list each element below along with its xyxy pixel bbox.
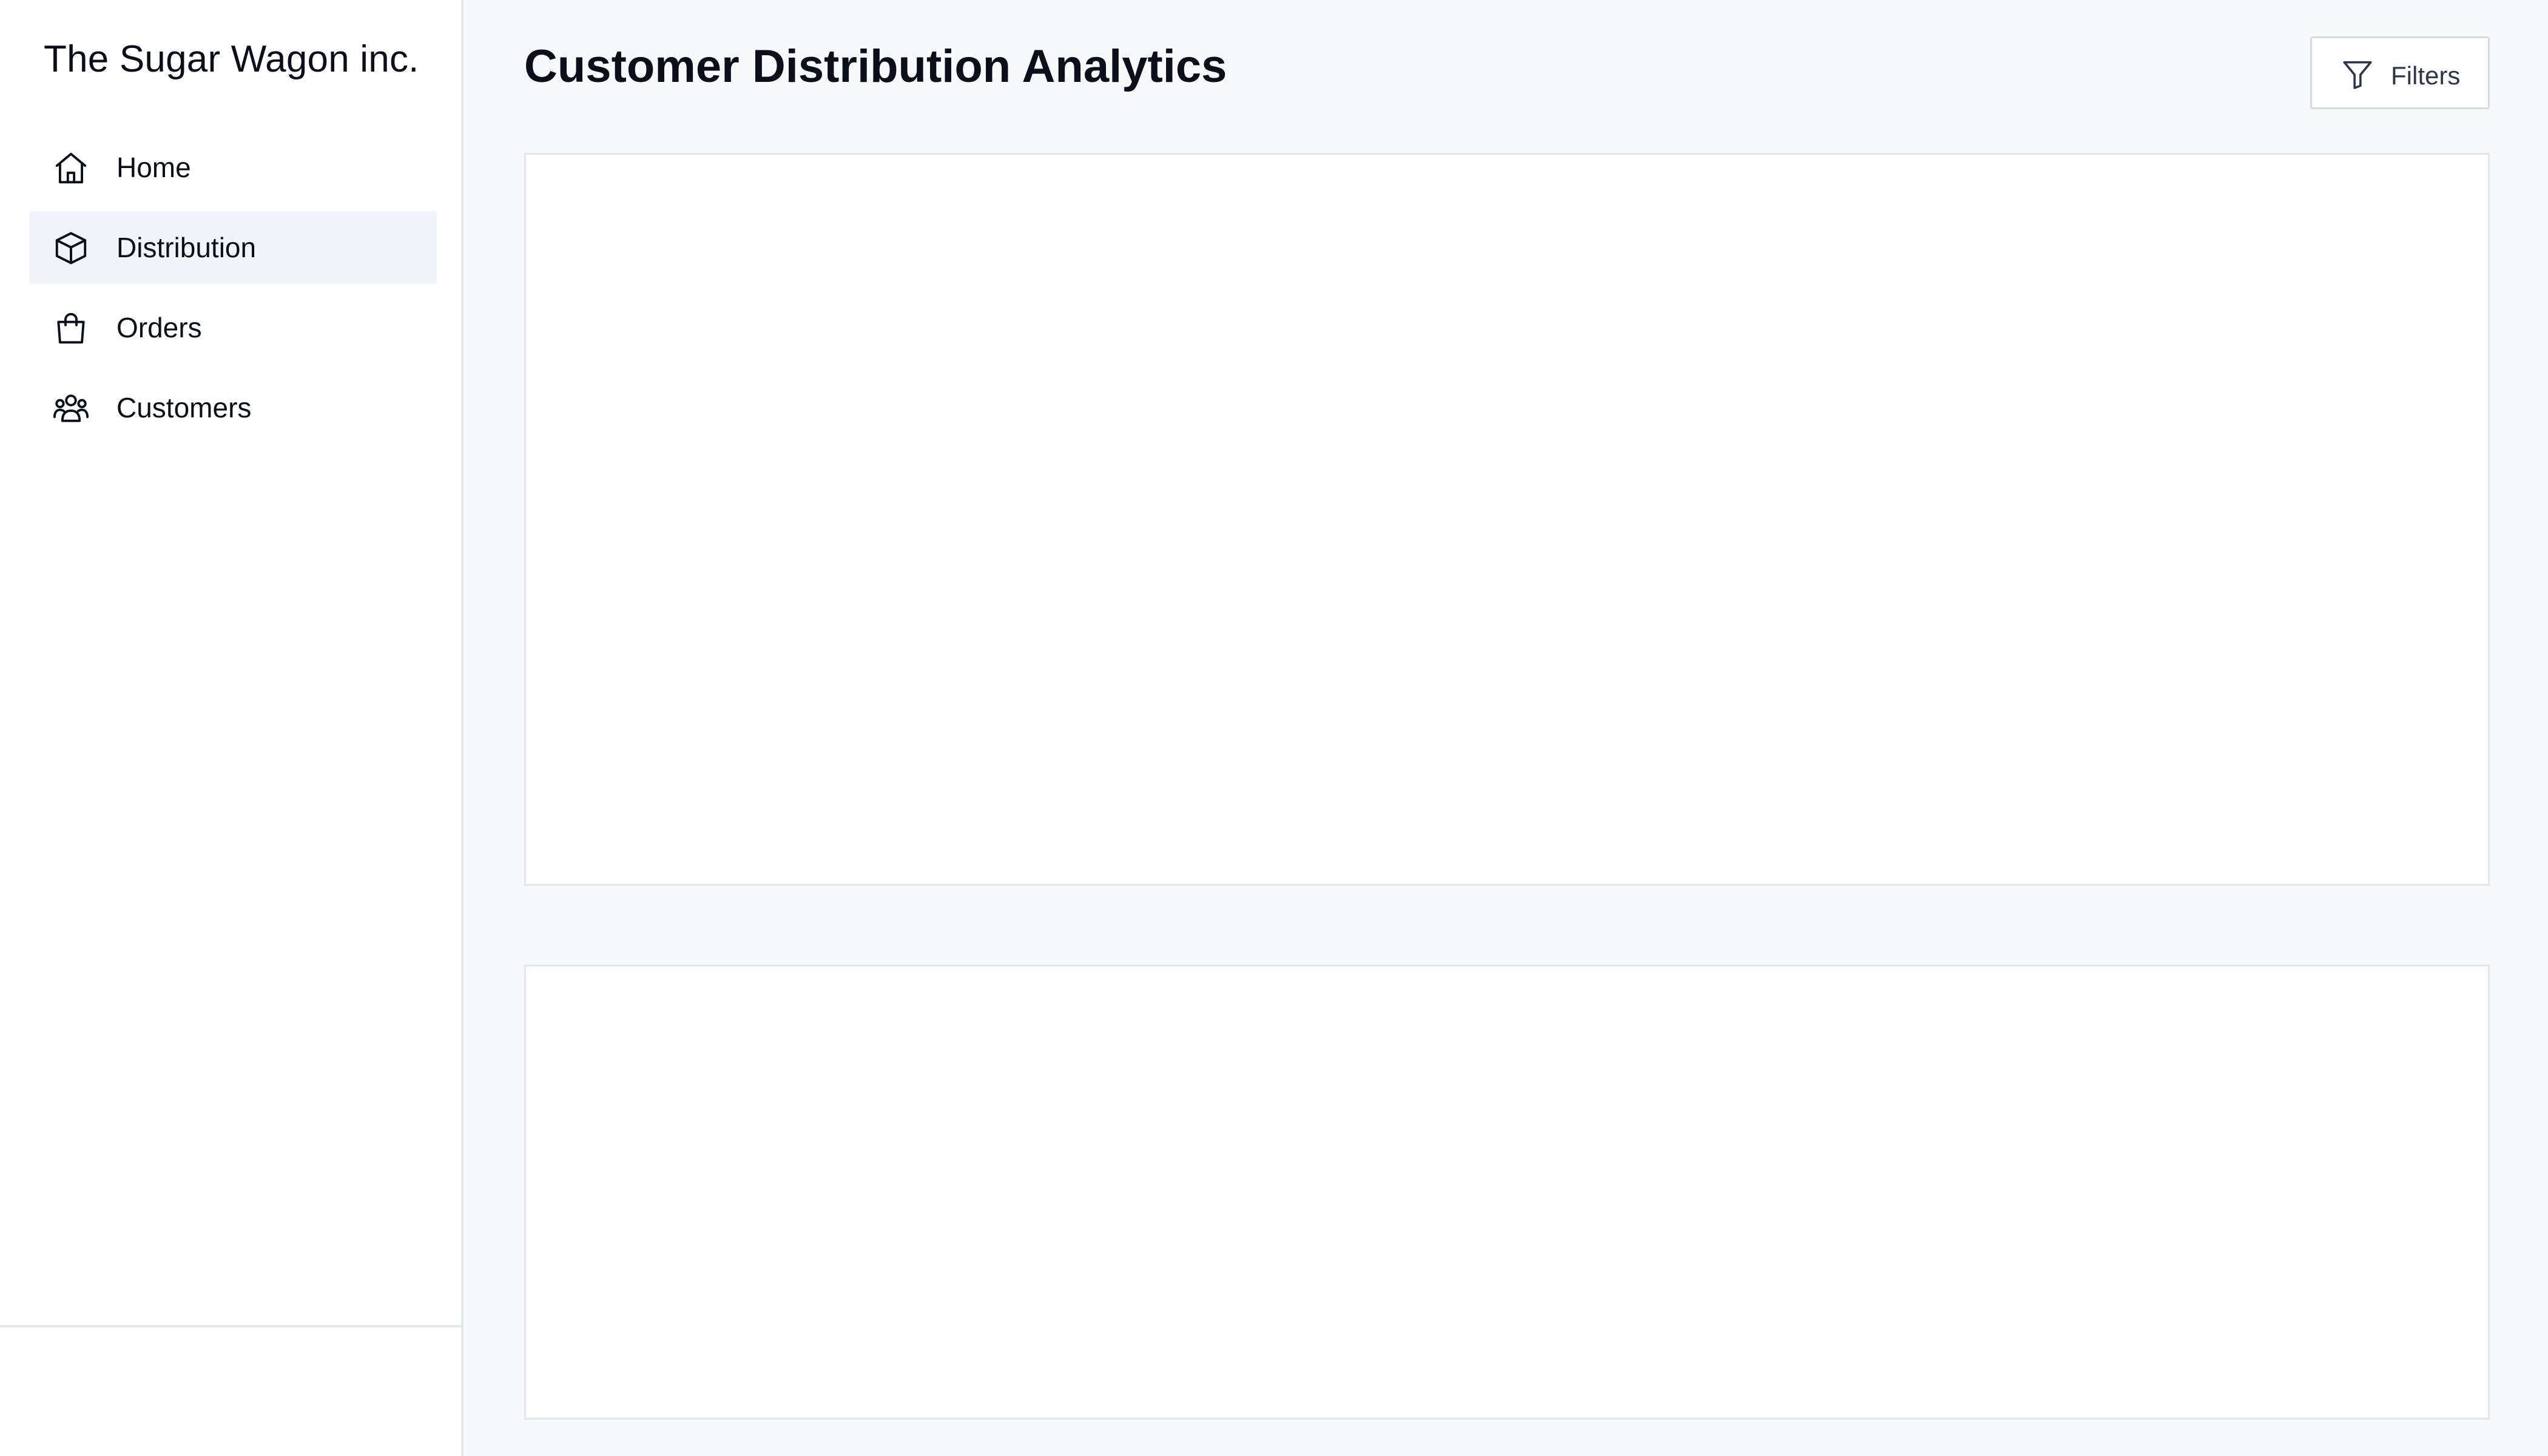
funnel-icon <box>2340 56 2375 92</box>
cube-icon <box>52 229 90 267</box>
filters-label: Filters <box>2391 61 2461 90</box>
sidebar: The Sugar Wagon inc. Home Distribution O… <box>0 0 463 1456</box>
distribution-chart-panel <box>524 153 2490 886</box>
brand-name: The Sugar Wagon inc. <box>44 38 419 80</box>
filters-button[interactable]: Filters <box>2310 36 2490 109</box>
users-icon <box>52 389 90 427</box>
page-title: Customer Distribution Analytics <box>524 41 1227 92</box>
sidebar-item-label: Orders <box>116 312 202 343</box>
sidebar-item-label: Customers <box>116 392 252 423</box>
sidebar-item-label: Distribution <box>116 232 257 263</box>
home-icon <box>52 149 90 187</box>
sidebar-item-label: Home <box>116 152 191 183</box>
sidebar-item-home[interactable]: Home <box>29 131 437 204</box>
sidebar-item-distribution[interactable]: Distribution <box>29 211 437 284</box>
secondary-panel <box>524 965 2490 1420</box>
app-root: The Sugar Wagon inc. Home Distribution O… <box>0 0 2548 1456</box>
sidebar-item-orders[interactable]: Orders <box>29 291 437 364</box>
sidebar-footer <box>0 1325 461 1456</box>
shopping-bag-icon <box>52 309 90 347</box>
sidebar-item-customers[interactable]: Customers <box>29 371 437 444</box>
sidebar-nav: Home Distribution Orders Customers <box>29 131 437 451</box>
main-content: Customer Distribution Analytics Filters <box>463 0 2548 1456</box>
